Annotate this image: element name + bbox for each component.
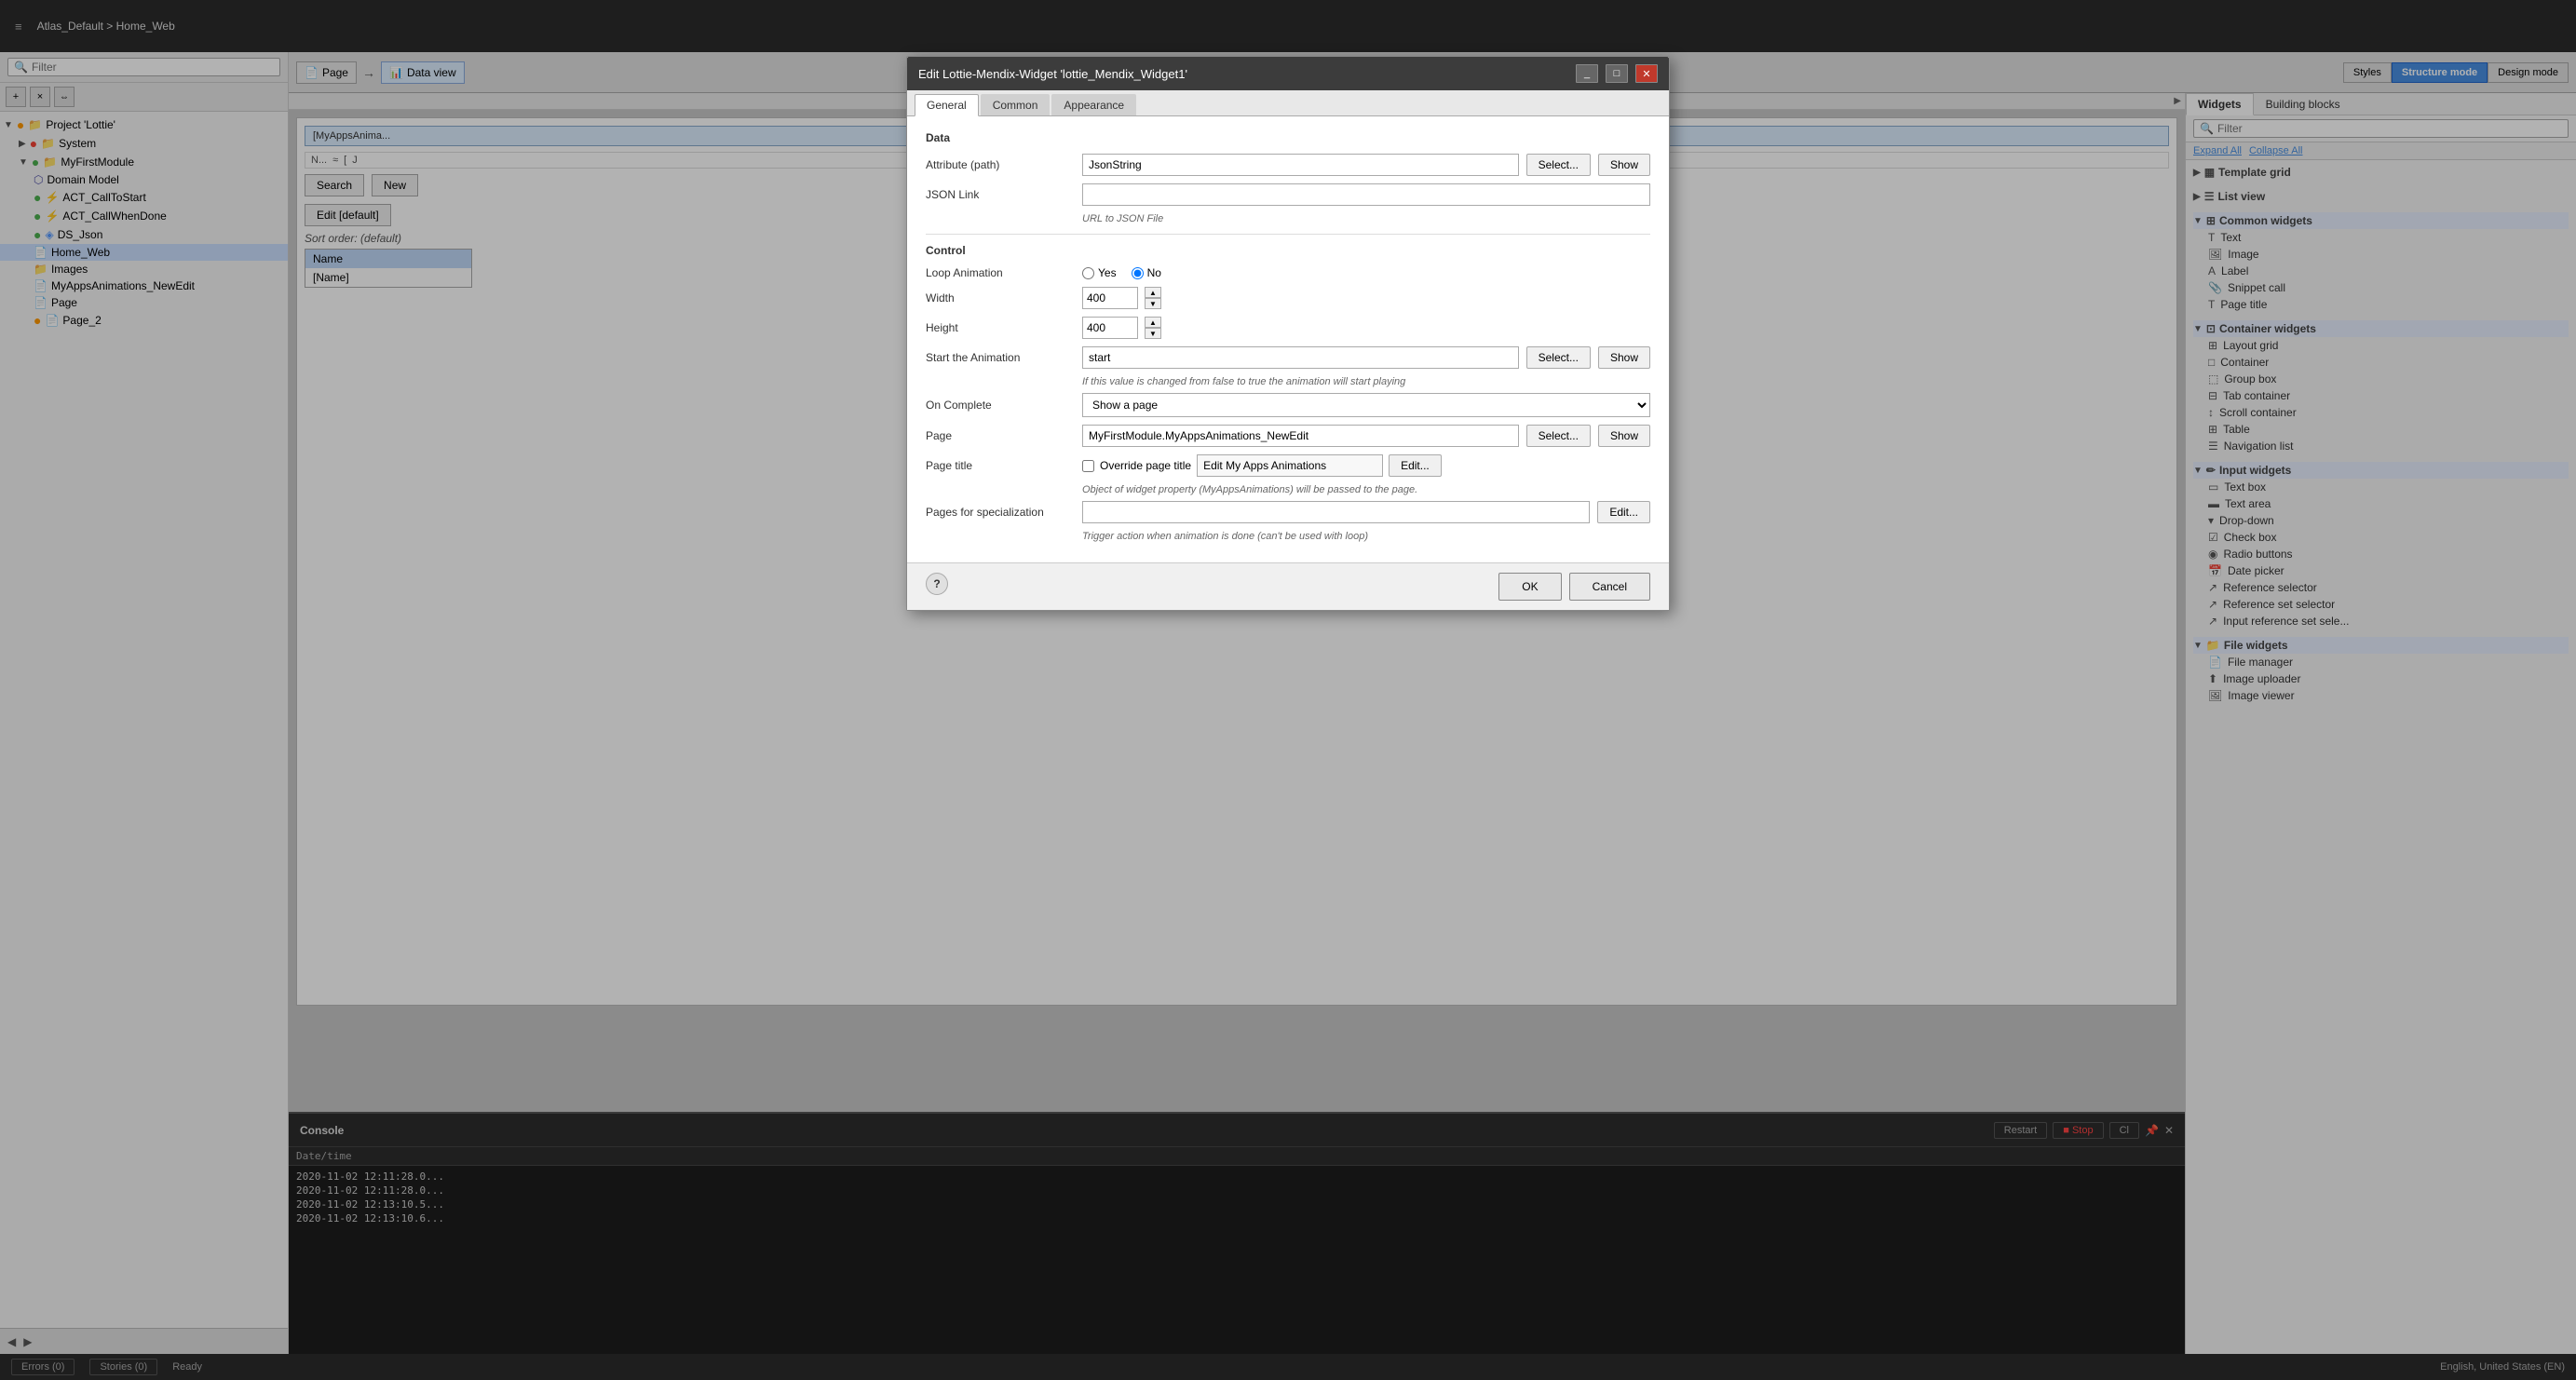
checkbox-row-override: Override page title Edit... (1082, 454, 1442, 477)
on-complete-select[interactable]: Show a page (1082, 393, 1650, 417)
page-field-label: Page (926, 429, 1075, 442)
form-row-height: Height ▲ ▼ (926, 317, 1650, 339)
modal-close-btn[interactable]: ✕ (1635, 64, 1658, 83)
height-up-arrow[interactable]: ▲ (1145, 317, 1161, 328)
width-spinner-arrows: ▲ ▼ (1145, 287, 1161, 309)
form-row-page: Page Select... Show (926, 425, 1650, 447)
modal-overlay: Edit Lottie-Mendix-Widget 'lottie_Mendix… (0, 0, 2576, 1380)
ide-container: ≡ Atlas_Default > Home_Web 🔍 + × ⇔ ▼ (0, 0, 2576, 1380)
json-link-input[interactable] (1082, 183, 1650, 206)
attribute-select-btn[interactable]: Select... (1526, 154, 1591, 176)
start-animation-label: Start the Animation (926, 351, 1075, 364)
help-button[interactable]: ? (926, 573, 948, 595)
override-label: Override page title (1100, 459, 1191, 472)
height-down-arrow[interactable]: ▼ (1145, 328, 1161, 339)
form-row-loop: Loop Animation Yes No (926, 266, 1650, 279)
pages-spec-label: Pages for specialization (926, 506, 1075, 519)
page-title-label: Page title (926, 459, 1075, 472)
section-label-control: Control (926, 244, 1650, 257)
height-spinner-arrows: ▲ ▼ (1145, 317, 1161, 339)
form-row-page-title: Page title Override page title Edit... (926, 454, 1650, 477)
trigger-hint: Trigger action when animation is done (c… (926, 531, 1650, 542)
start-animation-select-btn[interactable]: Select... (1526, 346, 1591, 369)
width-down-arrow[interactable]: ▼ (1145, 298, 1161, 309)
modal-minimize-btn[interactable]: _ (1576, 64, 1598, 83)
override-input[interactable] (1197, 454, 1383, 477)
cancel-button[interactable]: Cancel (1569, 573, 1650, 601)
modal-tab-general[interactable]: General (915, 94, 979, 116)
ok-button[interactable]: OK (1498, 573, 1561, 601)
form-row-width: Width ▲ ▼ (926, 287, 1650, 309)
page-select-btn[interactable]: Select... (1526, 425, 1591, 447)
pages-spec-input[interactable] (1082, 501, 1590, 523)
loop-animation-label: Loop Animation (926, 266, 1075, 279)
modal-body: Data Attribute (path) Select... Show JSO… (907, 116, 1669, 562)
modal-titlebar: Edit Lottie-Mendix-Widget 'lottie_Mendix… (907, 57, 1669, 90)
modal-tab-appearance[interactable]: Appearance (1051, 94, 1136, 115)
json-link-hint: URL to JSON File (926, 213, 1650, 224)
form-row-start-animation: Start the Animation Select... Show (926, 346, 1650, 369)
attribute-show-btn[interactable]: Show (1598, 154, 1650, 176)
start-animation-input[interactable] (1082, 346, 1519, 369)
form-row-json-link: JSON Link (926, 183, 1650, 206)
modal-controls: _ □ ✕ (1576, 64, 1658, 83)
override-edit-btn[interactable]: Edit... (1389, 454, 1442, 477)
attribute-input[interactable] (1082, 154, 1519, 176)
modal-tab-common[interactable]: Common (981, 94, 1051, 115)
height-label: Height (926, 321, 1075, 334)
modal-title: Edit Lottie-Mendix-Widget 'lottie_Mendix… (918, 67, 1187, 81)
width-input[interactable] (1082, 287, 1138, 309)
pages-spec-edit-btn[interactable]: Edit... (1597, 501, 1650, 523)
object-hint: Object of widget property (MyAppsAnimati… (926, 484, 1650, 495)
loop-no-option[interactable]: No (1132, 266, 1161, 279)
start-animation-hint: If this value is changed from false to t… (926, 376, 1650, 387)
width-up-arrow[interactable]: ▲ (1145, 287, 1161, 298)
json-link-label: JSON Link (926, 188, 1075, 201)
loop-no-label: No (1147, 266, 1161, 279)
page-show-btn[interactable]: Show (1598, 425, 1650, 447)
loop-yes-label: Yes (1098, 266, 1117, 279)
loop-yes-radio[interactable] (1082, 267, 1094, 279)
width-label: Width (926, 291, 1075, 304)
section-label-data: Data (926, 131, 1650, 144)
loop-no-radio[interactable] (1132, 267, 1144, 279)
start-animation-show-btn[interactable]: Show (1598, 346, 1650, 369)
form-row-on-complete: On Complete Show a page (926, 393, 1650, 417)
page-input[interactable] (1082, 425, 1519, 447)
override-checkbox[interactable] (1082, 460, 1094, 472)
attribute-label: Attribute (path) (926, 158, 1075, 171)
loop-yes-option[interactable]: Yes (1082, 266, 1117, 279)
modal-dialog: Edit Lottie-Mendix-Widget 'lottie_Mendix… (906, 56, 1670, 611)
form-row-pages-spec: Pages for specialization Edit... (926, 501, 1650, 523)
loop-radio-group: Yes No (1082, 266, 1161, 279)
on-complete-label: On Complete (926, 399, 1075, 412)
modal-footer: ? OK Cancel (907, 562, 1669, 610)
form-row-attribute: Attribute (path) Select... Show (926, 154, 1650, 176)
height-input[interactable] (1082, 317, 1138, 339)
modal-tabs: General Common Appearance (907, 90, 1669, 116)
modal-maximize-btn[interactable]: □ (1606, 64, 1628, 83)
